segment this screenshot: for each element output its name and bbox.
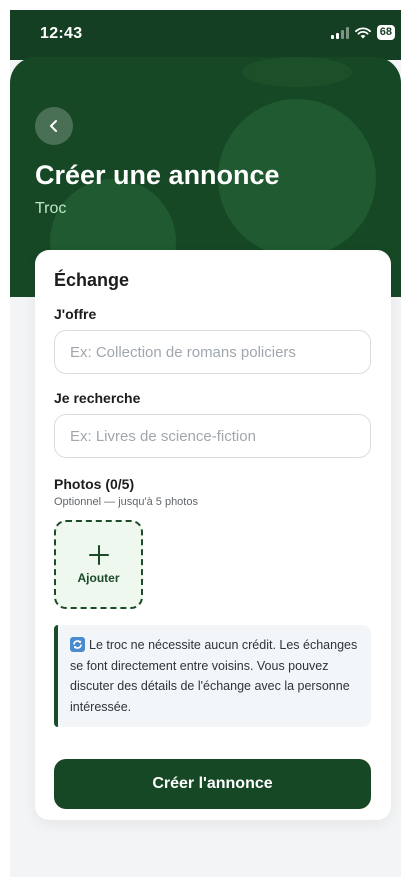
status-time: 12:43	[40, 25, 83, 42]
create-listing-button[interactable]: Créer l'annonce	[54, 759, 371, 809]
decorative-circle	[242, 57, 352, 87]
photos-hint: Optionnel — jusqu'à 5 photos	[54, 496, 198, 508]
chevron-left-icon	[50, 120, 57, 132]
info-text: Le troc ne nécessite aucun crédit. Les é…	[70, 638, 358, 714]
offer-input[interactable]	[54, 330, 371, 374]
add-photo-button[interactable]: Ajouter	[54, 520, 143, 609]
app-screen: 12:43 68 Créer une annonce Troc Échange …	[10, 10, 401, 877]
status-bar: 12:43 68	[10, 10, 401, 60]
back-button[interactable]	[35, 107, 73, 145]
plus-icon	[88, 544, 109, 565]
status-icons: 68	[330, 25, 395, 40]
add-photo-label: Ajouter	[77, 570, 120, 585]
page-title: Créer une annonce	[35, 160, 280, 190]
info-notice: Le troc ne nécessite aucun crédit. Les é…	[54, 625, 371, 727]
search-input[interactable]	[54, 414, 371, 458]
section-title: Échange	[54, 270, 130, 290]
page-subtitle: Troc	[35, 200, 67, 217]
exchange-form-card: Échange J'offre Je recherche Photos (0/5…	[35, 250, 391, 820]
refresh-icon	[70, 637, 85, 652]
photos-title: Photos (0/5)	[54, 476, 135, 492]
battery-icon: 68	[376, 25, 395, 40]
offer-label: J'offre	[54, 306, 97, 322]
search-label: Je recherche	[54, 390, 141, 406]
signal-icon	[330, 26, 349, 39]
wifi-icon	[354, 26, 371, 38]
